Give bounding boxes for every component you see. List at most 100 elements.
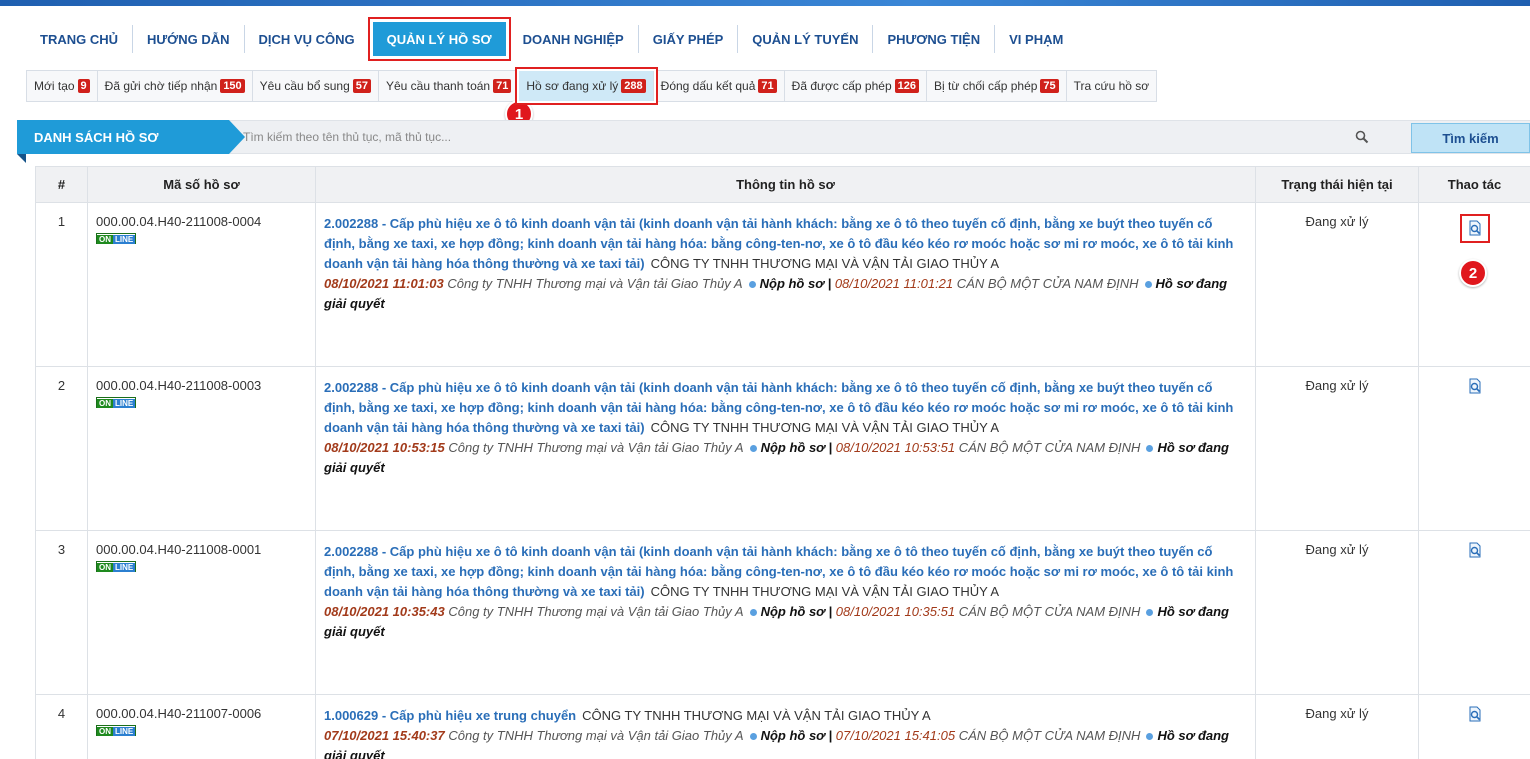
online-badge: ON LINE <box>96 233 137 244</box>
tab-yeu-cau-thanh-toan[interactable]: Yêu cầu thanh toán 71 <box>379 71 520 101</box>
search-icon[interactable] <box>1354 129 1370 145</box>
action-cell <box>1418 366 1530 531</box>
action-cell: 2 <box>1418 202 1530 367</box>
search-button[interactable]: Tìm kiếm <box>1411 123 1530 153</box>
submitter: Công ty TNHH Thương mại và Vận tải Giao … <box>448 604 744 619</box>
record-info: 2.002288 - Cấp phù hiệu xe ô tô kinh doa… <box>315 366 1256 531</box>
record-code[interactable]: 000.00.04.H40-211008-0004 <box>96 214 309 229</box>
online-badge: ON LINE <box>96 561 137 572</box>
status-cell: Đang xử lý <box>1255 366 1419 531</box>
process-time: 08/10/2021 11:01:21 <box>834 276 954 291</box>
nav-quan-ly-tuyen[interactable]: QUẢN LÝ TUYẾN <box>738 25 874 53</box>
processor: CÁN BỘ MỘT CỬA NAM ĐỊNH <box>958 440 1141 455</box>
list-title: DANH SÁCH HỒ SƠ <box>17 120 245 154</box>
record-code-cell: 000.00.04.H40-211008-0001 ON LINE <box>87 530 316 695</box>
list-header-bar: DANH SÁCH HỒ SƠ Tìm kiếm <box>17 120 1530 163</box>
process-time: 08/10/2021 10:35:51 <box>835 604 956 619</box>
table-row: 3 000.00.04.H40-211008-0001 ON LINE 2.002… <box>35 530 1530 695</box>
nav-huong-dan[interactable]: HƯỚNG DẪN <box>133 25 245 53</box>
processor: CÁN BỘ MỘT CỬA NAM ĐỊNH <box>958 728 1141 743</box>
count-badge: 71 <box>493 79 512 93</box>
records-table: # Mã số hồ sơ Thông tin hồ sơ Trạng thái… <box>35 166 1530 759</box>
online-badge-on: ON <box>97 399 113 408</box>
record-info: 1.000629 - Cấp phù hiệu xe trung chuyển C… <box>315 694 1256 759</box>
tab-label: Yêu cầu thanh toán <box>386 79 491 93</box>
submit-action: Nộp hồ sơ <box>760 604 825 619</box>
submit-action: Nộp hồ sơ <box>760 440 825 455</box>
col-header-num: # <box>35 166 88 203</box>
tab-tra-cuu-ho-so[interactable]: Tra cứu hồ sơ <box>1067 71 1156 101</box>
bullet-dot-icon <box>1146 445 1154 452</box>
status-cell: Đang xử lý <box>1255 530 1419 695</box>
count-badge: 9 <box>77 79 90 93</box>
organization-name: CÔNG TY TNHH THƯƠNG MẠI VÀ VẬN TẢI GIAO … <box>650 256 1000 271</box>
online-badge: ON LINE <box>96 397 137 408</box>
tab-da-duoc-cap-phep[interactable]: Đã được cấp phép 126 <box>785 71 927 101</box>
record-code-cell: 000.00.04.H40-211008-0003 ON LINE <box>87 366 316 531</box>
separator: | <box>823 276 835 291</box>
record-code[interactable]: 000.00.04.H40-211008-0001 <box>96 542 309 557</box>
submit-time: 08/10/2021 10:35:43 <box>324 604 445 619</box>
tab-label: Bị từ chối cấp phép <box>933 79 1038 93</box>
row-number: 4 <box>35 694 88 759</box>
tab-moi-tao[interactable]: Mới tạo 9 <box>27 71 98 101</box>
col-header-action: Thao tác <box>1418 166 1530 203</box>
submit-action: Nộp hồ sơ <box>759 276 824 291</box>
submit-time: 07/10/2021 15:40:37 <box>324 728 445 743</box>
bullet-dot-icon <box>748 281 756 288</box>
view-detail-icon[interactable] <box>1467 378 1483 394</box>
process-time: 07/10/2021 15:41:05 <box>835 728 956 743</box>
record-code[interactable]: 000.00.04.H40-211008-0003 <box>96 378 309 393</box>
tab-yeu-cau-bo-sung[interactable]: Yêu cầu bổ sung 57 <box>253 71 379 101</box>
nav-trang-chu[interactable]: TRANG CHỦ <box>26 25 133 53</box>
nav-giay-phep[interactable]: GIẤY PHÉP <box>639 25 739 53</box>
col-header-status: Trạng thái hiện tại <box>1255 166 1419 203</box>
main-navigation: TRANG CHỦ HƯỚNG DẪN DỊCH VỤ CÔNG QUẢN LÝ… <box>0 14 1530 64</box>
count-badge: 75 <box>1040 79 1059 93</box>
count-badge: 150 <box>220 79 245 93</box>
organization-name: CÔNG TY TNHH THƯƠNG MẠI VÀ VẬN TẢI GIAO … <box>650 584 1000 599</box>
process-time: 08/10/2021 10:53:51 <box>835 440 956 455</box>
online-badge-on: ON <box>97 235 113 244</box>
count-badge: 288 <box>621 79 646 93</box>
history-line: 08/10/2021 11:01:03 Công ty TNHH Thương … <box>324 276 1227 311</box>
count-badge: 126 <box>894 79 919 93</box>
nav-quan-ly-ho-so[interactable]: QUẢN LÝ HỒ SƠ <box>372 22 506 56</box>
history-line: 08/10/2021 10:53:15 Công ty TNHH Thương … <box>324 440 1229 475</box>
nav-doanh-nghiep[interactable]: DOANH NGHIỆP <box>509 25 639 53</box>
online-badge: ON LINE <box>96 725 137 736</box>
tab-label: Yêu cầu bổ sung <box>259 79 350 93</box>
procedure-link[interactable]: 1.000629 - Cấp phù hiệu xe trung chuyển <box>324 708 576 723</box>
record-code[interactable]: 000.00.04.H40-211007-0006 <box>96 706 309 721</box>
online-badge-line: LINE <box>113 563 136 572</box>
bullet-dot-icon <box>749 609 757 616</box>
row-number: 2 <box>35 366 88 531</box>
view-detail-icon[interactable] <box>1467 706 1483 722</box>
record-code-cell: 000.00.04.H40-211008-0004 ON LINE <box>87 202 316 367</box>
online-badge-on: ON <box>97 727 113 736</box>
tab-dong-dau-ket-qua[interactable]: Đóng dấu kết quả 71 <box>654 71 785 101</box>
nav-phuong-tien[interactable]: PHƯƠNG TIỆN <box>873 25 996 53</box>
nav-dich-vu-cong[interactable]: DỊCH VỤ CÔNG <box>245 25 370 53</box>
tab-da-gui-cho-tiep-nhan[interactable]: Đã gửi chờ tiếp nhận 150 <box>98 71 253 101</box>
row-number: 1 <box>35 202 88 367</box>
nav-vi-pham[interactable]: VI PHẠM <box>995 25 1077 53</box>
tab-label: Đóng dấu kết quả <box>660 79 756 93</box>
view-detail-icon[interactable] <box>1467 220 1483 236</box>
submit-time: 08/10/2021 10:53:15 <box>324 440 445 455</box>
col-header-info: Thông tin hồ sơ <box>315 166 1256 203</box>
top-banner-strip <box>0 0 1530 6</box>
tab-label: Hồ sơ đang xử lý <box>526 79 619 93</box>
view-detail-icon[interactable] <box>1467 542 1483 558</box>
submitter: Công ty TNHH Thương mại và Vận tải Giao … <box>447 276 743 291</box>
processor: CÁN BỘ MỘT CỬA NAM ĐỊNH <box>958 604 1141 619</box>
tab-label: Tra cứu hồ sơ <box>1073 79 1150 93</box>
bullet-dot-icon <box>749 445 757 452</box>
search-input[interactable] <box>239 125 1379 149</box>
table-header-row: # Mã số hồ sơ Thông tin hồ sơ Trạng thái… <box>35 166 1530 203</box>
step-marker-2: 2 <box>1459 259 1487 287</box>
ribbon-fold <box>17 154 26 163</box>
tab-ho-so-dang-xu-ly[interactable]: Hồ sơ đang xử lý 288 <box>519 71 654 101</box>
tab-bi-tu-choi-cap-phep[interactable]: Bị từ chối cấp phép 75 <box>927 71 1067 101</box>
count-badge: 57 <box>352 79 371 93</box>
